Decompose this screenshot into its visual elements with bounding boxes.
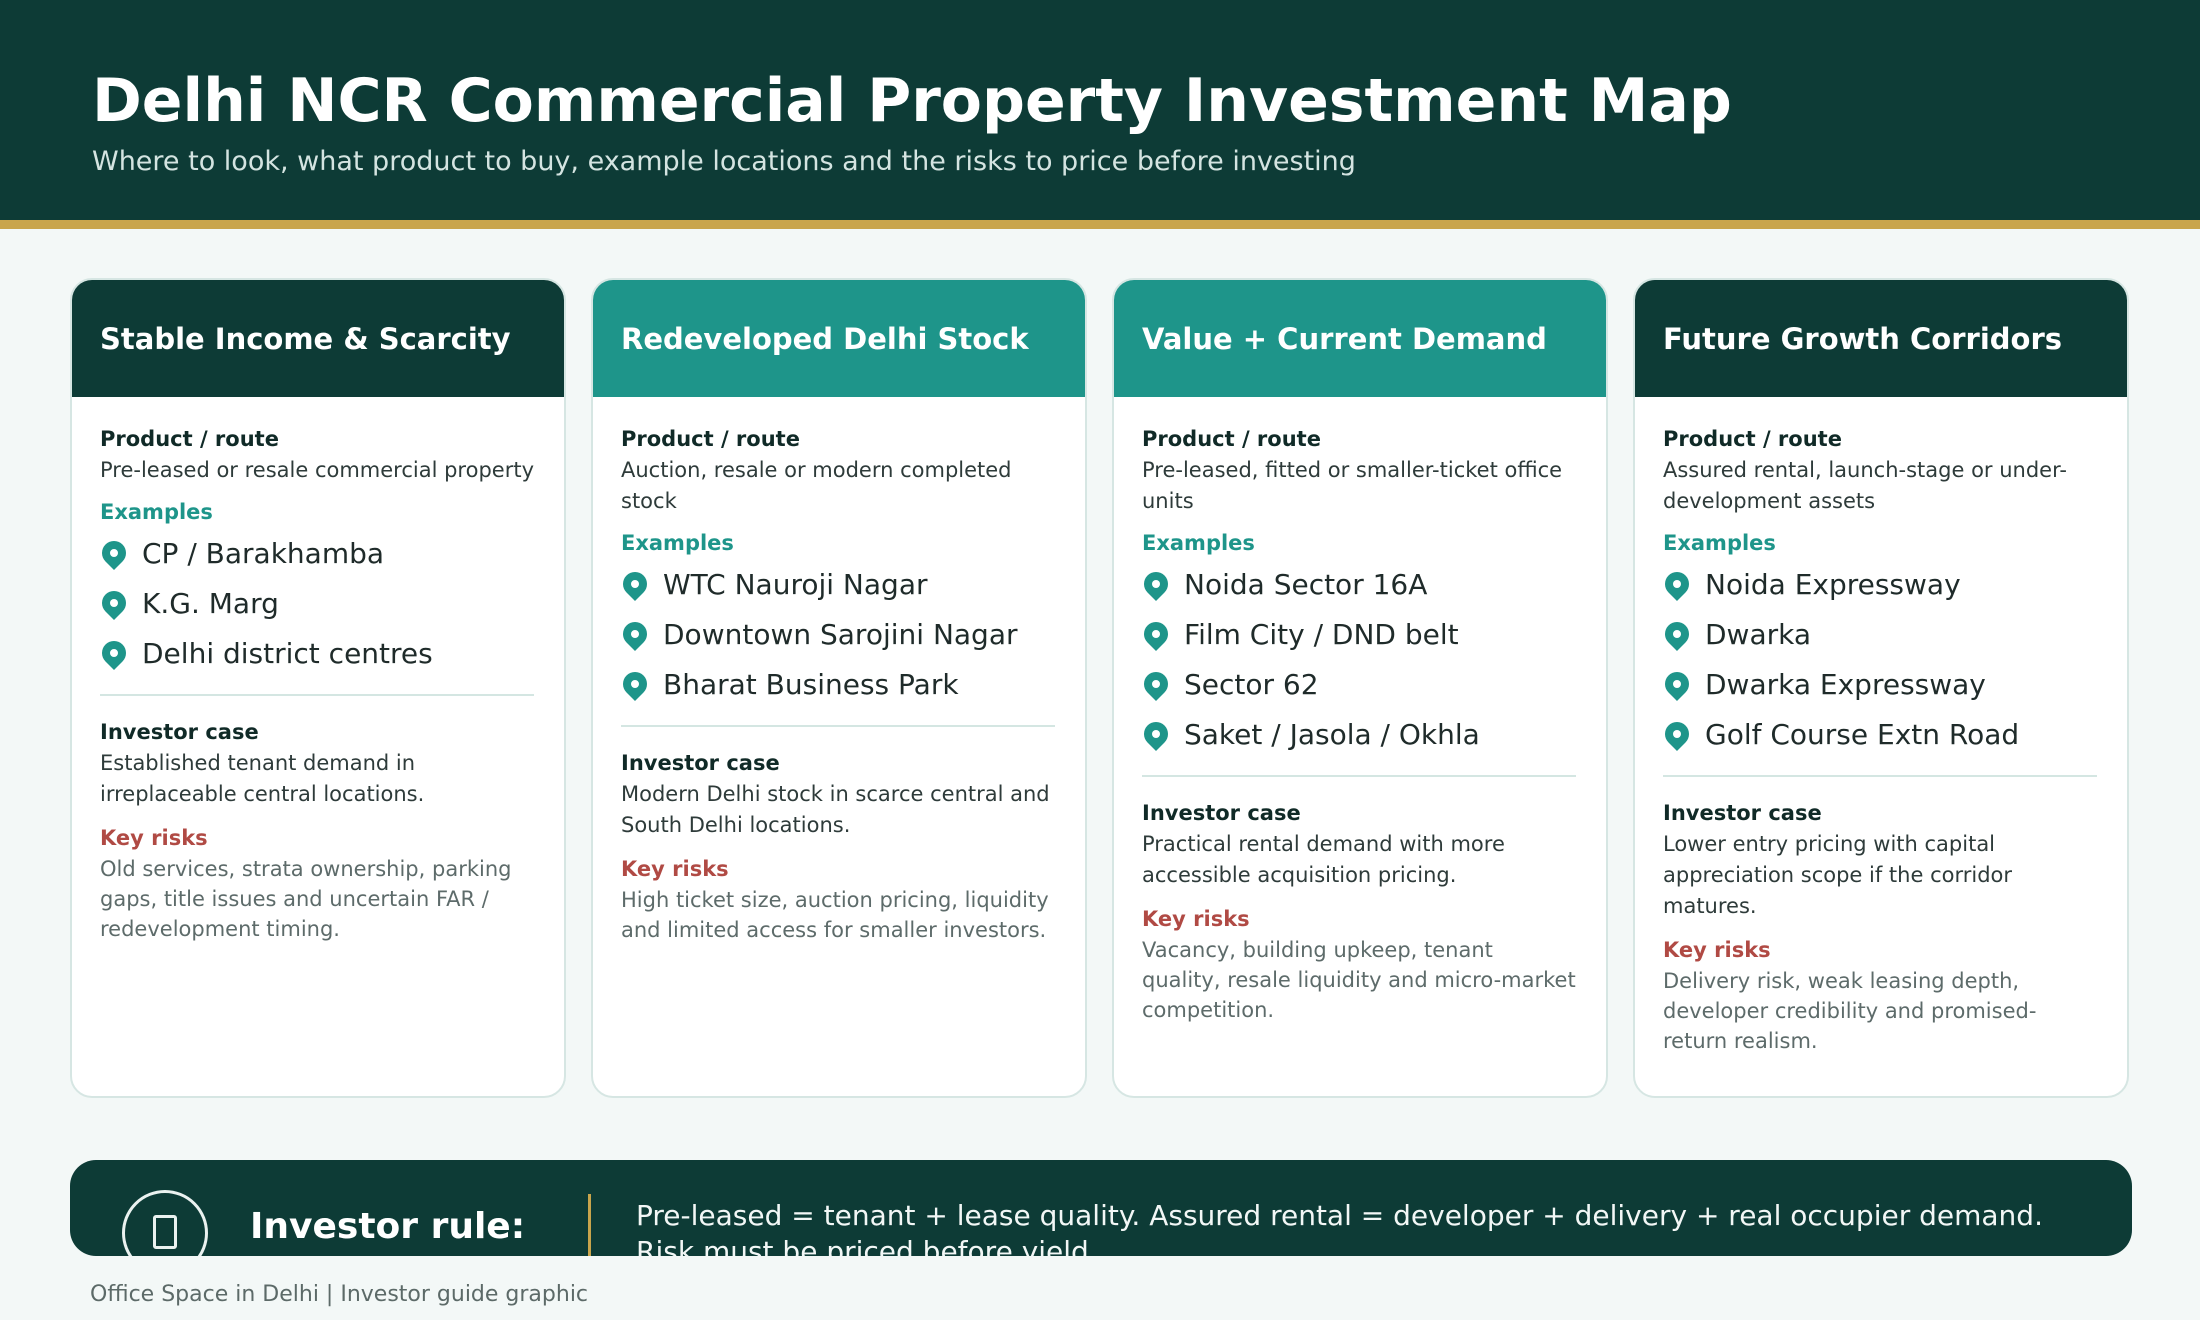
header-banner: Delhi NCR Commercial Property Investment…	[0, 0, 2200, 220]
example-location: Bharat Business Park	[663, 667, 959, 701]
divider	[621, 725, 1055, 727]
card-title: Redeveloped Delhi Stock	[593, 280, 1085, 397]
product-text: Pre-leased or resale commercial property	[100, 458, 534, 482]
header-accent-stripe	[0, 220, 2200, 229]
example-item: CP / Barakhamba	[97, 528, 534, 578]
investor-case-label: Investor case	[1663, 801, 1822, 825]
card-title: Future Growth Corridors	[1635, 280, 2127, 397]
investor-case-label: Investor case	[100, 720, 259, 744]
product-label: Product / route	[1663, 427, 1842, 451]
key-risks-text: Vacancy, building upkeep, tenant quality…	[1142, 938, 1576, 1022]
key-risks-label: Key risks	[1663, 938, 1771, 962]
building-glyph	[153, 1215, 177, 1249]
location-pin-icon	[1139, 717, 1173, 751]
investor-case-text: Practical rental demand with more access…	[1142, 832, 1505, 887]
example-location: K.G. Marg	[142, 586, 279, 620]
example-item: Downtown Sarojini Nagar	[618, 609, 1055, 659]
key-risks-text: High ticket size, auction pricing, liqui…	[621, 888, 1049, 942]
location-pin-icon	[618, 617, 652, 651]
example-location: Saket / Jasola / Okhla	[1184, 717, 1480, 751]
example-item: Sector 62	[1139, 659, 1576, 709]
example-location: Film City / DND belt	[1184, 617, 1459, 651]
example-item: Delhi district centres	[97, 628, 534, 678]
location-pin-icon	[1139, 667, 1173, 701]
location-pin-icon	[1660, 667, 1694, 701]
example-item: Dwarka Expressway	[1660, 659, 2097, 709]
examples-list: Noida Sector 16A Film City / DND belt Se…	[1139, 559, 1576, 759]
location-pin-icon	[618, 667, 652, 701]
investor-rule-bar: Investor rule: Pre-leased = tenant + lea…	[70, 1160, 2132, 1256]
examples-list: WTC Nauroji Nagar Downtown Sarojini Naga…	[618, 559, 1055, 709]
footer-credit: Office Space in Delhi | Investor guide g…	[90, 1282, 589, 1307]
example-location: Dwarka Expressway	[1705, 667, 1986, 701]
investor-case-label: Investor case	[621, 751, 780, 775]
investor-case-text: Established tenant demand in irreplaceab…	[100, 751, 425, 806]
key-risks-label: Key risks	[100, 826, 208, 850]
product-label: Product / route	[621, 427, 800, 451]
example-item: Bharat Business Park	[618, 659, 1055, 709]
product-text: Auction, resale or modern completed stoc…	[621, 458, 1012, 513]
example-item: Golf Course Extn Road	[1660, 709, 2097, 759]
divider	[100, 694, 534, 696]
example-item: WTC Nauroji Nagar	[618, 559, 1055, 609]
example-item: Saket / Jasola / Okhla	[1139, 709, 1576, 759]
product-text: Pre-leased, fitted or smaller-ticket off…	[1142, 458, 1563, 513]
example-item: K.G. Marg	[97, 578, 534, 628]
investor-case-label: Investor case	[1142, 801, 1301, 825]
product-label: Product / route	[100, 427, 279, 451]
key-risks-text: Old services, strata ownership, parking …	[100, 857, 512, 941]
card-title: Value + Current Demand	[1114, 280, 1606, 397]
examples-label: Examples	[100, 500, 213, 524]
examples-label: Examples	[1663, 531, 1776, 555]
divider	[1142, 775, 1576, 777]
card-value-current-demand: Value + Current Demand Product / route P…	[1112, 278, 1608, 1098]
product-label: Product / route	[1142, 427, 1321, 451]
location-pin-icon	[618, 567, 652, 601]
location-pin-icon	[1139, 567, 1173, 601]
example-item: Dwarka	[1660, 609, 2097, 659]
card-title: Stable Income & Scarcity	[72, 280, 564, 397]
card-redeveloped-delhi: Redeveloped Delhi Stock Product / route …	[591, 278, 1087, 1098]
key-risks-label: Key risks	[1142, 907, 1250, 931]
examples-list: CP / Barakhamba K.G. Marg Delhi district…	[97, 528, 534, 678]
product-text: Assured rental, launch-stage or under-de…	[1663, 458, 2067, 513]
example-location: Downtown Sarojini Nagar	[663, 617, 1018, 651]
key-risks-text: Delivery risk, weak leasing depth, devel…	[1663, 969, 2037, 1053]
card-stable-income: Stable Income & Scarcity Product / route…	[70, 278, 566, 1098]
location-pin-icon	[1139, 617, 1173, 651]
key-risks-label: Key risks	[621, 857, 729, 881]
investor-rule-label: Investor rule:	[250, 1206, 526, 1247]
divider	[1663, 775, 2097, 777]
building-icon	[122, 1190, 208, 1256]
example-location: Sector 62	[1184, 667, 1319, 701]
example-item: Noida Sector 16A	[1139, 559, 1576, 609]
example-location: Noida Sector 16A	[1184, 567, 1428, 601]
page-title: Delhi NCR Commercial Property Investment…	[92, 66, 1732, 136]
location-pin-icon	[97, 586, 131, 620]
investor-rule-text: Pre-leased = tenant + lease quality. Ass…	[636, 1199, 2043, 1256]
example-location: Golf Course Extn Road	[1705, 717, 2020, 751]
examples-label: Examples	[1142, 531, 1255, 555]
example-location: Dwarka	[1705, 617, 1812, 651]
location-pin-icon	[97, 636, 131, 670]
examples-label: Examples	[621, 531, 734, 555]
example-location: Delhi district centres	[142, 636, 433, 670]
rule-separator	[588, 1194, 591, 1256]
example-item: Noida Expressway	[1660, 559, 2097, 609]
card-future-growth: Future Growth Corridors Product / route …	[1633, 278, 2129, 1098]
example-location: WTC Nauroji Nagar	[663, 567, 928, 601]
location-pin-icon	[1660, 567, 1694, 601]
investor-case-text: Modern Delhi stock in scarce central and…	[621, 782, 1050, 837]
examples-list: Noida Expressway Dwarka Dwarka Expresswa…	[1660, 559, 2097, 759]
location-pin-icon	[1660, 617, 1694, 651]
investor-case-text: Lower entry pricing with capital appreci…	[1663, 832, 2013, 918]
example-item: Film City / DND belt	[1139, 609, 1576, 659]
example-location: Noida Expressway	[1705, 567, 1961, 601]
example-location: CP / Barakhamba	[142, 536, 385, 570]
page-subtitle: Where to look, what product to buy, exam…	[92, 146, 1356, 177]
location-pin-icon	[97, 536, 131, 570]
location-pin-icon	[1660, 717, 1694, 751]
